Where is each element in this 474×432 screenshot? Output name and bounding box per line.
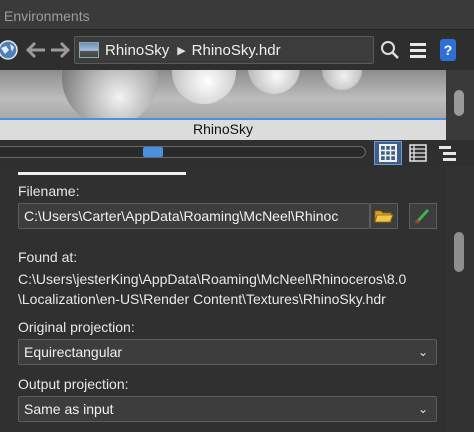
thumbnail-size-slider[interactable] xyxy=(0,146,366,158)
breadcrumb[interactable]: RhinoSky ▶ RhinoSky.hdr xyxy=(74,36,374,64)
rhinosky-thumbnail-icon xyxy=(79,42,99,58)
found-at-label: Found at: xyxy=(18,249,78,265)
filename-label: Filename: xyxy=(18,183,80,199)
browse-folder-button[interactable] xyxy=(370,203,398,229)
svg-text:?: ? xyxy=(444,42,453,58)
panel-title: Environments xyxy=(4,8,90,24)
preview-scrollbar-thumb[interactable] xyxy=(454,90,464,116)
globe-icon[interactable] xyxy=(0,38,20,62)
edit-texture-button[interactable] xyxy=(409,203,437,229)
menu-icon[interactable] xyxy=(406,38,430,62)
tree-view-icon xyxy=(439,146,456,161)
title-bar: Environments xyxy=(0,0,474,30)
grey-sphere xyxy=(248,70,300,94)
properties-scrollbar[interactable] xyxy=(446,166,474,432)
preview-scrollbar[interactable] xyxy=(446,70,474,144)
properties-section: Filename: C:\Users\Carter\AppData\Roamin… xyxy=(0,166,446,432)
section-divider xyxy=(18,172,186,175)
filename-field[interactable]: C:\Users\Carter\AppData\Roaming\McNeel\R… xyxy=(18,203,370,229)
original-projection-dropdown[interactable]: Equirectangular ⌄ xyxy=(18,339,437,365)
grid-view-icon xyxy=(379,144,397,162)
output-projection-dropdown[interactable]: Same as input ⌄ xyxy=(18,396,437,422)
original-projection-label: Original projection: xyxy=(18,319,135,335)
pen-icon xyxy=(414,208,430,224)
properties-scrollbar-thumb[interactable] xyxy=(454,232,464,272)
chevron-down-icon: ⌄ xyxy=(417,345,428,359)
breadcrumb-item[interactable]: RhinoSky xyxy=(105,42,169,59)
output-projection-label: Output projection: xyxy=(18,376,129,392)
back-arrow-icon[interactable] xyxy=(24,38,48,62)
output-projection-value: Same as input xyxy=(24,401,114,417)
breadcrumb-separator-icon: ▶ xyxy=(177,44,186,57)
list-view-icon xyxy=(409,144,427,162)
found-at-path-line-1: C:\Users\jesterKing\AppData\Roaming\McNe… xyxy=(18,271,407,287)
preview-label: RhinoSky xyxy=(0,120,446,140)
environment-preview-image[interactable] xyxy=(0,70,446,118)
small-sphere xyxy=(322,70,362,90)
chevron-down-icon: ⌄ xyxy=(417,402,428,416)
help-icon[interactable]: ? xyxy=(436,38,460,62)
white-sphere xyxy=(172,70,236,104)
slider-knob[interactable] xyxy=(143,147,163,157)
open-folder-icon xyxy=(374,210,394,223)
list-view-button[interactable] xyxy=(404,141,432,165)
search-icon[interactable] xyxy=(378,38,402,62)
chrome-sphere xyxy=(62,70,158,118)
breadcrumb-item[interactable]: RhinoSky.hdr xyxy=(192,42,281,59)
grid-view-button[interactable] xyxy=(374,141,402,165)
found-at-path-line-2: \Localization\en-US\Render Content\Textu… xyxy=(18,291,386,307)
thumbnail-size-bar xyxy=(0,140,474,166)
navigation-bar: RhinoSky ▶ RhinoSky.hdr ? xyxy=(0,30,474,70)
forward-arrow-icon[interactable] xyxy=(48,38,72,62)
tree-view-button[interactable] xyxy=(434,141,462,165)
original-projection-value: Equirectangular xyxy=(24,344,123,360)
environments-panel: Environments RhinoSky ▶ RhinoSky.hdr ? R… xyxy=(0,0,474,432)
